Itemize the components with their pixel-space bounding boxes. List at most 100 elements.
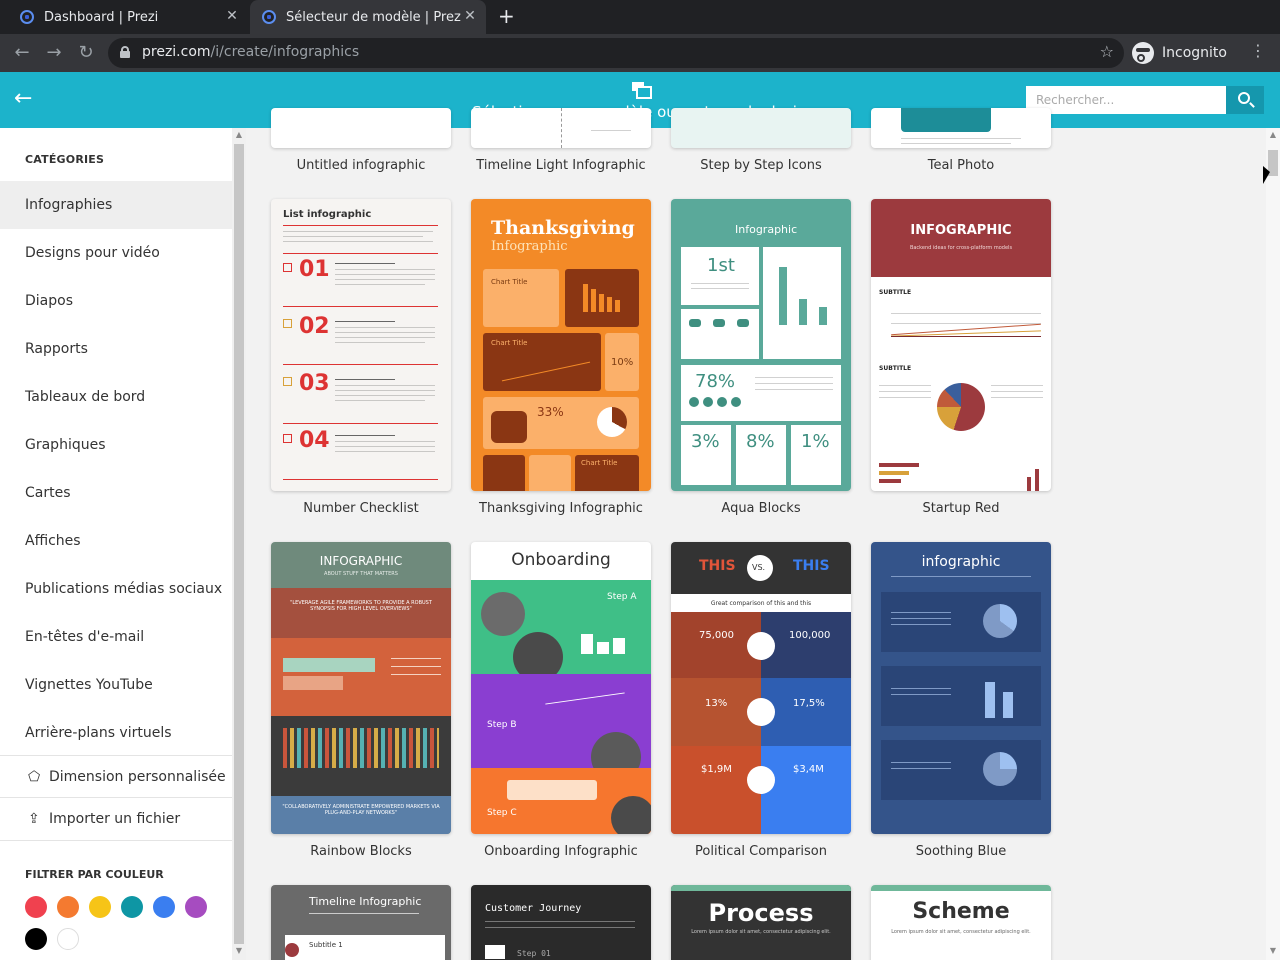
template-label: Political Comparison [695, 844, 827, 859]
thumb-chart-title: Chart Title [491, 278, 528, 286]
incognito-indicator[interactable]: Incognito [1132, 38, 1227, 68]
color-swatch-purple[interactable] [185, 896, 207, 918]
thumb-percent: 10% [611, 357, 634, 368]
sidebar-scrollbar[interactable]: ▲ ▼ [232, 128, 246, 960]
sidebar-item-infographies[interactable]: Infographies [0, 181, 232, 229]
thumb-title: Infographic [735, 223, 798, 236]
template-label: Startup Red [922, 501, 1000, 516]
thumb-rank: 1st [707, 255, 735, 276]
sidebar-item-slides[interactable]: Diapos [0, 277, 232, 325]
sidebar-item-posters[interactable]: Affiches [0, 517, 232, 565]
bookmark-star-icon[interactable]: ☆ [1100, 42, 1114, 61]
thumb-subtitle: Backend ideas for cross-platform models [909, 245, 1013, 251]
sidebar-item-charts[interactable]: Graphiques [0, 421, 232, 469]
sidebar-item-reports[interactable]: Rapports [0, 325, 232, 373]
thumb-side-right: THIS [793, 558, 830, 574]
scroll-down-icon[interactable]: ▼ [1268, 946, 1278, 955]
custom-size-icon: ⬠ [28, 769, 41, 785]
reload-icon[interactable]: ↻ [74, 41, 98, 65]
thumb-subtitle: SUBTITLE [879, 289, 912, 296]
prezi-favicon-icon [262, 10, 276, 24]
template-label: Soothing Blue [915, 844, 1007, 859]
template-thumbnail[interactable]: Infographic 1st 78% 3% 8% 1% [671, 199, 851, 491]
template-thumbnail[interactable]: THIS VS. THIS Great comparison of this a… [671, 542, 851, 834]
color-swatch-red[interactable] [25, 896, 47, 918]
search-button[interactable] [1226, 86, 1264, 114]
tab-title: Dashboard | Prezi [44, 9, 159, 25]
custom-size-button[interactable]: ⬠ Dimension personnalisée [0, 755, 232, 797]
forward-nav-icon[interactable]: → [42, 41, 66, 65]
browser-tab-template-picker[interactable]: Sélecteur de modèle | Prez ✕ [250, 0, 486, 34]
new-tab-icon[interactable]: + [498, 6, 515, 26]
template-thumbnail[interactable]: Customer Journey Step 01 [471, 885, 651, 960]
template-thumbnail[interactable]: INFOGRAPHIC Backend ideas for cross-plat… [871, 199, 1051, 491]
template-thumbnail[interactable]: Timeline Infographic Subtitle 1 [271, 885, 451, 960]
back-nav-icon[interactable]: ← [10, 41, 34, 65]
url-text: prezi.com/i/create/infographics [142, 44, 360, 60]
template-label: Onboarding Infographic [484, 844, 638, 859]
scroll-down-icon[interactable]: ▼ [234, 946, 244, 955]
template-label: Thanksgiving Infographic [479, 501, 643, 516]
main-scrollbar[interactable]: ▲ ▼ [1266, 128, 1280, 960]
sidebar-item-youtube-thumbnails[interactable]: Vignettes YouTube [0, 661, 232, 709]
scroll-up-icon[interactable]: ▲ [1268, 130, 1278, 139]
close-tab-icon[interactable]: ✕ [224, 8, 240, 24]
browser-menu-icon[interactable]: ⋮ [1250, 41, 1266, 60]
thumb-stat: 13% [705, 698, 728, 709]
import-file-button[interactable]: ⇪ Importer un fichier [0, 797, 232, 839]
template-thumbnail[interactable]: infographic [871, 542, 1051, 834]
template-thumbnail[interactable]: Thanksgiving Infographic Chart Title Cha… [471, 199, 651, 491]
sidebar-item-social-posts[interactable]: Publications médias sociaux [0, 565, 232, 613]
categories-heading: CATÉGORIES [25, 153, 105, 166]
thumb-step: Step C [487, 808, 517, 818]
template-thumbnail[interactable]: Process Lorem ipsum dolor sit amet, cons… [671, 885, 851, 960]
template-thumbnail[interactable] [471, 108, 651, 148]
sidebar-scroll-thumb[interactable] [234, 144, 244, 944]
thumb-title: INFOGRAPHIC [319, 554, 403, 568]
thumb-title: Thanksgiving [491, 217, 635, 239]
divider [0, 840, 232, 841]
template-thumbnail[interactable]: Onboarding Step A Step B Step C [471, 542, 651, 834]
close-tab-icon[interactable]: ✕ [462, 8, 478, 24]
sidebar-item-dashboards[interactable]: Tableaux de bord [0, 373, 232, 421]
thumb-number: 02 [299, 314, 330, 339]
template-thumbnail[interactable] [271, 108, 451, 148]
prezi-favicon-icon [20, 10, 34, 24]
browser-toolbar: ← → ↻ prezi.com/i/create/infographics ☆ … [0, 34, 1280, 72]
thumb-stat: 75,000 [699, 630, 734, 641]
scroll-up-icon[interactable]: ▲ [234, 130, 244, 139]
thumb-chart-title: Chart Title [581, 459, 618, 467]
template-thumbnail[interactable] [871, 108, 1051, 148]
color-swatch-white[interactable] [57, 928, 79, 950]
sidebar-item-email-headers[interactable]: En-têtes d'e-mail [0, 613, 232, 661]
thumb-subtitle: Lorem ipsum dolor sit amet, consectetur … [891, 929, 1031, 935]
thumb-number: 03 [299, 371, 330, 396]
thumb-step: Step 01 [517, 949, 551, 958]
template-label: Untitled infographic [296, 158, 426, 173]
color-swatch-orange[interactable] [57, 896, 79, 918]
template-label: Teal Photo [927, 158, 995, 173]
thumb-step: Step B [487, 720, 517, 730]
template-label: Aqua Blocks [721, 501, 801, 516]
color-filter-heading: FILTRER PAR COULEUR [25, 868, 164, 881]
template-thumbnail[interactable] [671, 108, 851, 148]
thumb-title: Process [708, 899, 814, 927]
thumb-stat: $3,4M [793, 764, 824, 775]
color-swatch-teal[interactable] [121, 896, 143, 918]
thumb-percent: 3% [691, 431, 720, 452]
thumb-title: infographic [921, 554, 1001, 570]
thumb-subtitle: Great comparison of this and this [710, 600, 812, 607]
color-swatch-black[interactable] [25, 928, 47, 950]
template-thumbnail[interactable]: Scheme Lorem ipsum dolor sit amet, conse… [871, 885, 1051, 960]
color-swatch-blue[interactable] [153, 896, 175, 918]
sidebar-item-video-designs[interactable]: Designs pour vidéo [0, 229, 232, 277]
template-thumbnail[interactable]: List infographic 01 02 03 04 [271, 199, 451, 491]
search-input[interactable] [1026, 86, 1226, 114]
thumb-subtitle: Subtitle 1 [309, 941, 343, 949]
sidebar-item-virtual-backgrounds[interactable]: Arrière-plans virtuels [0, 709, 232, 757]
color-swatch-yellow[interactable] [89, 896, 111, 918]
address-bar[interactable]: prezi.com/i/create/infographics ☆ [108, 38, 1124, 68]
template-thumbnail[interactable]: INFOGRAPHIC ABOUT STUFF THAT MATTERS "LE… [271, 542, 451, 834]
browser-tab-dashboard[interactable]: Dashboard | Prezi ✕ [8, 0, 248, 34]
sidebar-item-maps[interactable]: Cartes [0, 469, 232, 517]
